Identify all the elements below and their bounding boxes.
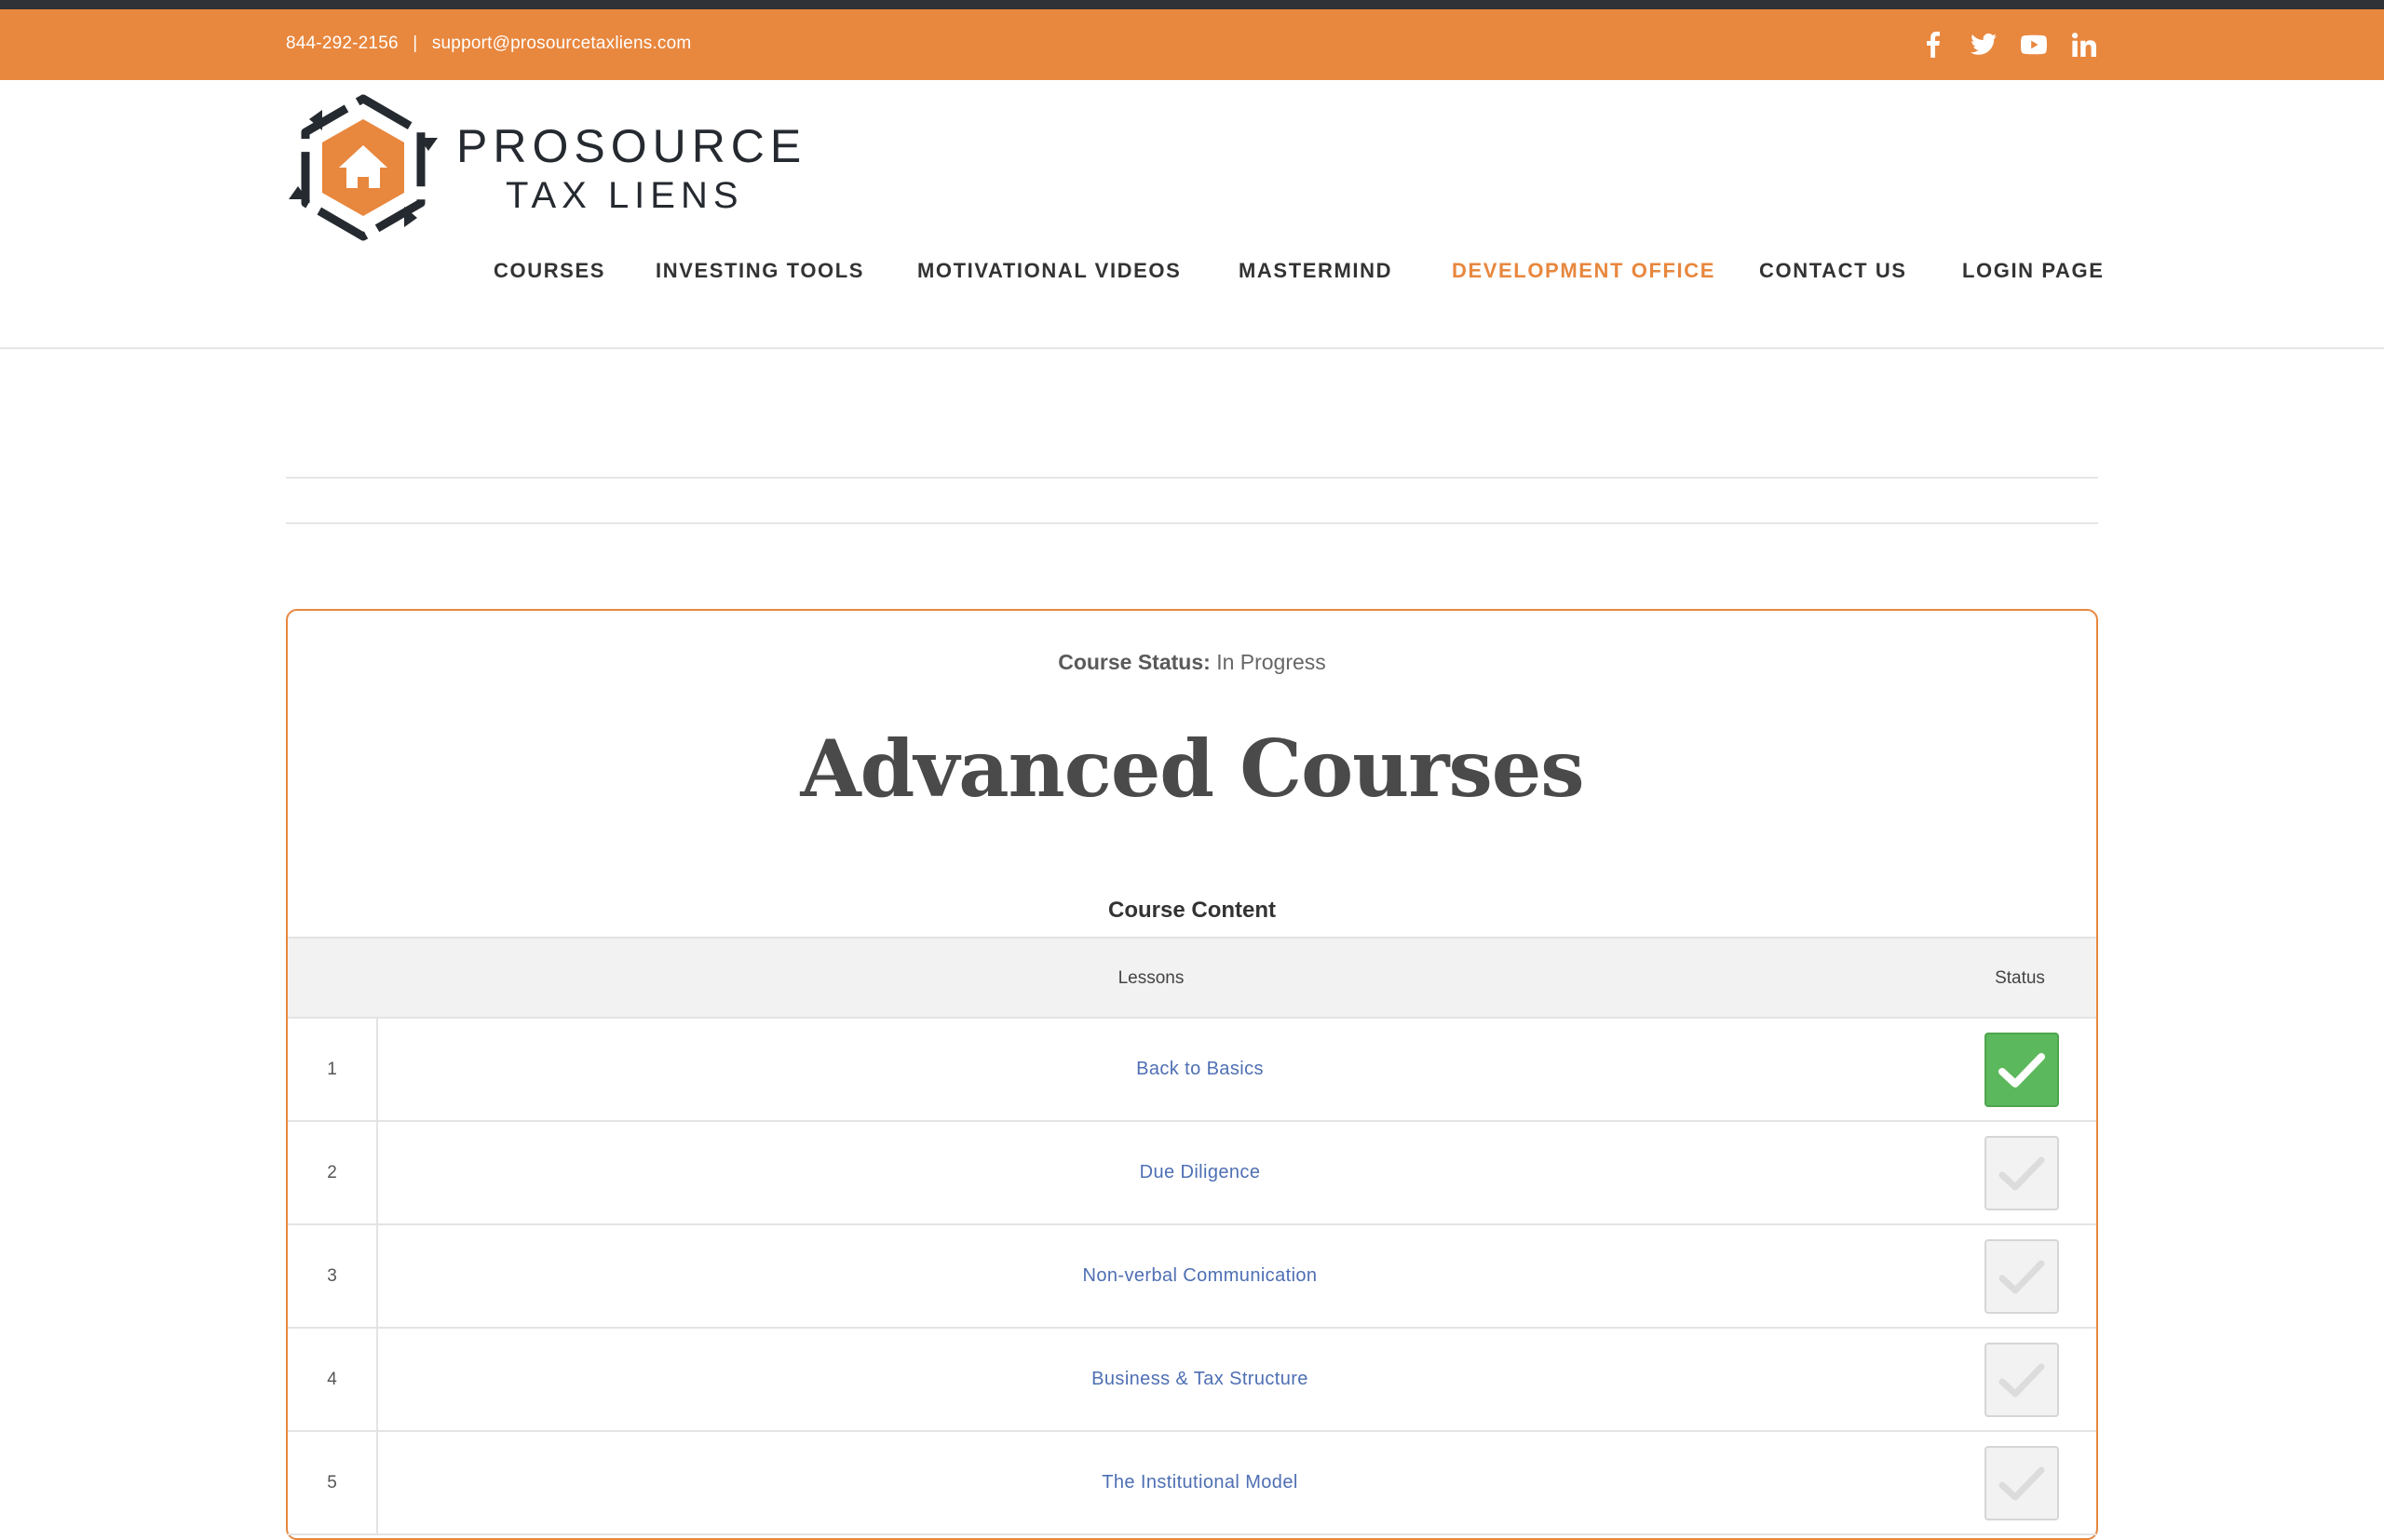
nav-development-office[interactable]: DEVELOPMENT OFFICE <box>1452 259 1715 283</box>
nav-investing-tools[interactable]: INVESTING TOOLS <box>656 259 864 283</box>
table-row: 4 Business & Tax Structure <box>288 1329 2096 1432</box>
lesson-number: 2 <box>288 1122 378 1223</box>
nav-mastermind[interactable]: MASTERMIND <box>1239 259 1392 283</box>
youtube-icon[interactable] <box>2021 32 2047 58</box>
contact-separator: | <box>413 34 418 53</box>
nav-motivational-videos[interactable]: MOTIVATIONAL VIDEOS <box>917 259 1181 283</box>
lesson-incomplete-check-icon <box>1984 1446 2059 1520</box>
lesson-link[interactable]: Business & Tax Structure <box>378 1329 2022 1430</box>
facebook-icon[interactable] <box>1920 32 1946 58</box>
table-row: 1 Back to Basics <box>288 1019 2096 1122</box>
phone-link[interactable]: 844-292-2156 <box>286 34 399 53</box>
lesson-complete-check-icon <box>1984 1033 2059 1107</box>
lessons-table-header: Lessons Status <box>288 939 2096 1019</box>
logo-mark-icon <box>289 94 438 241</box>
course-title: Advanced Courses <box>800 723 1584 815</box>
course-status-value: In Progress <box>1216 650 1326 674</box>
lesson-link[interactable]: Back to Basics <box>378 1019 2022 1120</box>
browser-top-strip <box>0 0 2384 9</box>
email-link[interactable]: support@prosourcetaxliens.com <box>432 34 692 53</box>
lesson-incomplete-check-icon <box>1984 1136 2059 1210</box>
lesson-incomplete-check-icon <box>1984 1343 2059 1417</box>
nav-courses[interactable]: COURSES <box>494 259 605 283</box>
nav-login-page[interactable]: LOGIN PAGE <box>1962 259 2105 283</box>
table-row: 2 Due Diligence <box>288 1122 2096 1225</box>
nav-contact-us[interactable]: CONTACT US <box>1759 259 1907 283</box>
site-logo[interactable] <box>289 93 438 249</box>
course-card: Course Status: In Progress Advanced Cour… <box>286 609 2098 1540</box>
course-content-heading: Course Content <box>1108 898 1276 923</box>
lesson-number: 3 <box>288 1225 378 1327</box>
lessons-table: Lessons Status 1 Back to Basics 2 Due Di… <box>288 937 2096 1535</box>
lesson-number: 4 <box>288 1329 378 1430</box>
course-status-label: Course Status: <box>1058 650 1211 674</box>
social-links <box>1920 32 2097 58</box>
lesson-number: 5 <box>288 1432 378 1533</box>
column-status: Status <box>1995 968 2045 988</box>
lesson-link[interactable]: Due Diligence <box>378 1122 2022 1223</box>
divider-top <box>286 477 2098 479</box>
contact-info: 844-292-2156 | support@prosourcetaxliens… <box>286 34 691 54</box>
top-contact-bar: 844-292-2156 | support@prosourcetaxliens… <box>0 9 2384 80</box>
lesson-incomplete-check-icon <box>1984 1239 2059 1314</box>
course-status: Course Status: In Progress <box>288 650 2096 675</box>
lesson-number: 1 <box>288 1019 378 1120</box>
logo-text-line2: TAX LIENS <box>506 175 744 216</box>
table-row: 5 The Institutional Model <box>288 1432 2096 1535</box>
lesson-link[interactable]: Non-verbal Communication <box>378 1225 2022 1327</box>
divider-bottom <box>286 522 2098 524</box>
column-lessons: Lessons <box>1118 968 1185 988</box>
lesson-link[interactable]: The Institutional Model <box>378 1432 2022 1533</box>
logo-text-line1: PROSOURCE <box>456 120 807 172</box>
linkedin-icon[interactable] <box>2071 32 2097 58</box>
twitter-icon[interactable] <box>1971 32 1997 58</box>
table-row: 3 Non-verbal Communication <box>288 1225 2096 1329</box>
